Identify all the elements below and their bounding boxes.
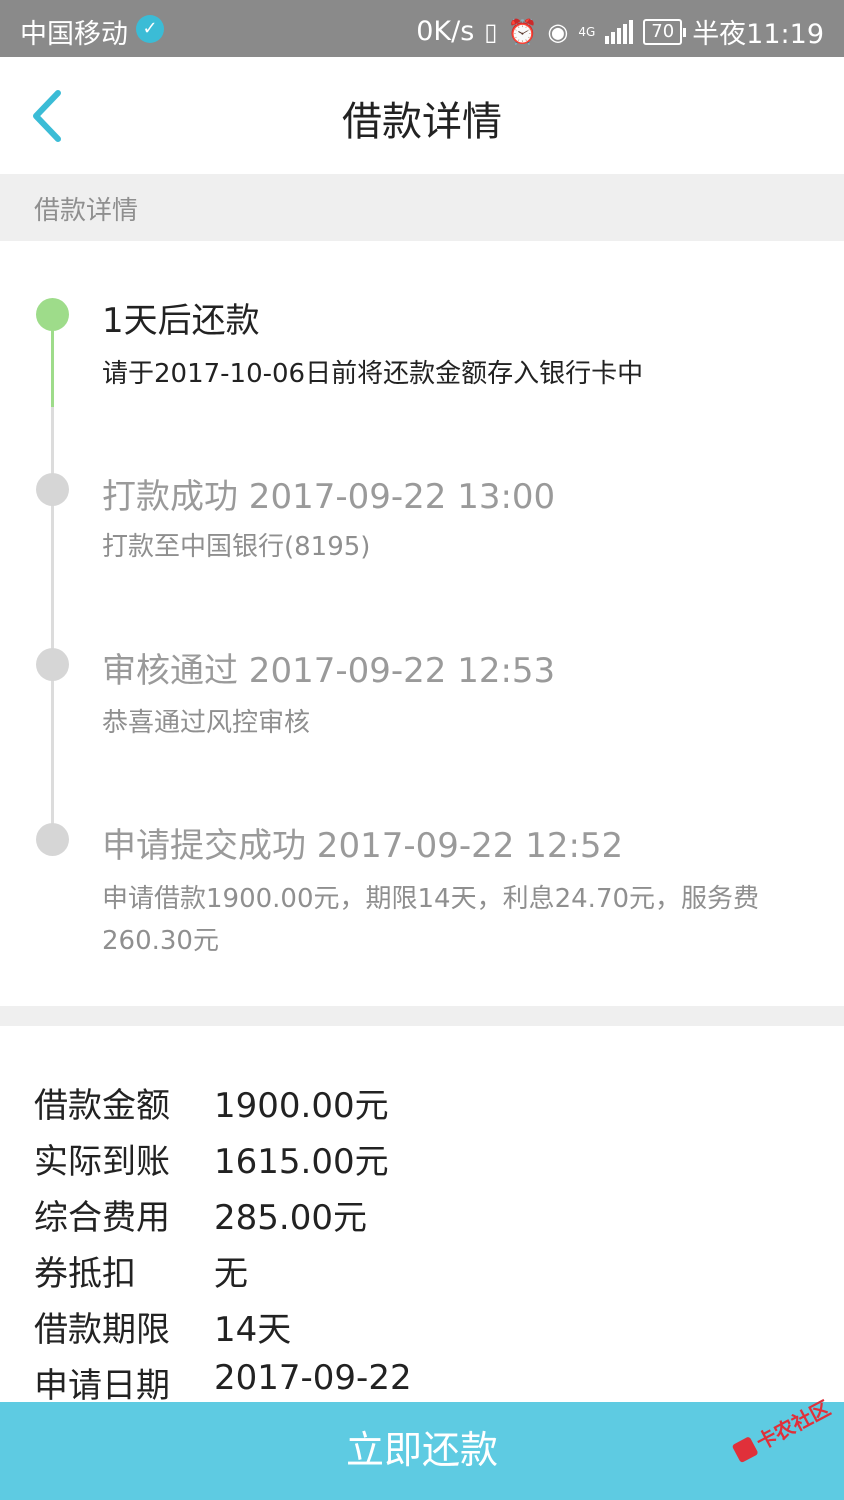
detail-value: 285.00元 <box>214 1198 367 1238</box>
app-header: 借款详情 <box>0 57 844 174</box>
timeline-title: 申请提交成功 2017-09-22 12:52 <box>102 826 624 866</box>
page-title: 借款详情 <box>342 99 502 145</box>
detail-label: 实际到账 <box>34 1142 170 1182</box>
detail-value: 14天 <box>214 1310 292 1350</box>
timeline-dot-active <box>36 298 69 331</box>
timeline-desc: 申请借款1900.00元，期限14天，利息24.70元，服务费260.30元 <box>102 884 760 956</box>
battery-icon: 70 <box>643 18 687 45</box>
alarm-icon: ⏰ <box>507 17 538 46</box>
timeline-line <box>51 407 54 837</box>
detail-value: 无 <box>214 1254 248 1294</box>
timeline-desc: 恭喜通过风控审核 <box>102 708 311 738</box>
clock: 半夜11:19 <box>692 19 824 50</box>
network-type: 4G <box>578 24 596 39</box>
timeline-title: 审核通过 2017-09-22 12:53 <box>102 651 556 691</box>
timeline-dot <box>36 648 69 681</box>
signal-icon <box>605 19 634 44</box>
detail-value: 2017-09-22 <box>214 1358 412 1398</box>
section-label: 借款详情 <box>34 196 139 226</box>
detail-label: 申请日期 <box>34 1366 170 1406</box>
section-header: 借款详情 <box>0 174 844 241</box>
loan-details: 借款金额 1900.00元 实际到账 1615.00元 综合费用 285.00元… <box>0 1026 844 1406</box>
detail-label: 借款金额 <box>34 1086 170 1126</box>
detail-label: 券抵扣 <box>34 1254 136 1294</box>
timeline-title: 打款成功 2017-09-22 13:00 <box>102 477 556 517</box>
eye-icon: ◉ <box>547 17 569 46</box>
loan-timeline: 1天后还款 请于2017-10-06日前将还款金额存入银行卡中 打款成功 201… <box>0 241 844 1006</box>
detail-value: 1900.00元 <box>214 1086 389 1126</box>
detail-value: 1615.00元 <box>214 1142 389 1182</box>
vibrate-icon: ▯ <box>484 17 498 46</box>
network-speed: 0K/s <box>416 16 475 47</box>
timeline-title: 1天后还款 <box>102 301 260 341</box>
timeline-desc: 请于2017-10-06日前将还款金额存入银行卡中 <box>102 359 644 389</box>
repay-now-button[interactable]: 立即还款 <box>0 1402 844 1500</box>
timeline-dot <box>36 823 69 856</box>
verified-check-icon: ✓ <box>136 15 164 43</box>
detail-label: 借款期限 <box>34 1310 170 1350</box>
divider <box>0 1006 844 1026</box>
timeline-dot <box>36 473 69 506</box>
timeline-desc: 打款至中国银行(8195) <box>102 532 371 562</box>
status-bar: 中国移动 ✓ 0K/s ▯ ⏰ ◉ 4G 70 半夜11:19 <box>0 0 844 57</box>
status-icons: 0K/s ▯ ⏰ ◉ 4G 70 半夜11:19 <box>416 12 824 51</box>
detail-label: 综合费用 <box>34 1198 170 1238</box>
carrier-name: 中国移动 <box>20 19 128 50</box>
